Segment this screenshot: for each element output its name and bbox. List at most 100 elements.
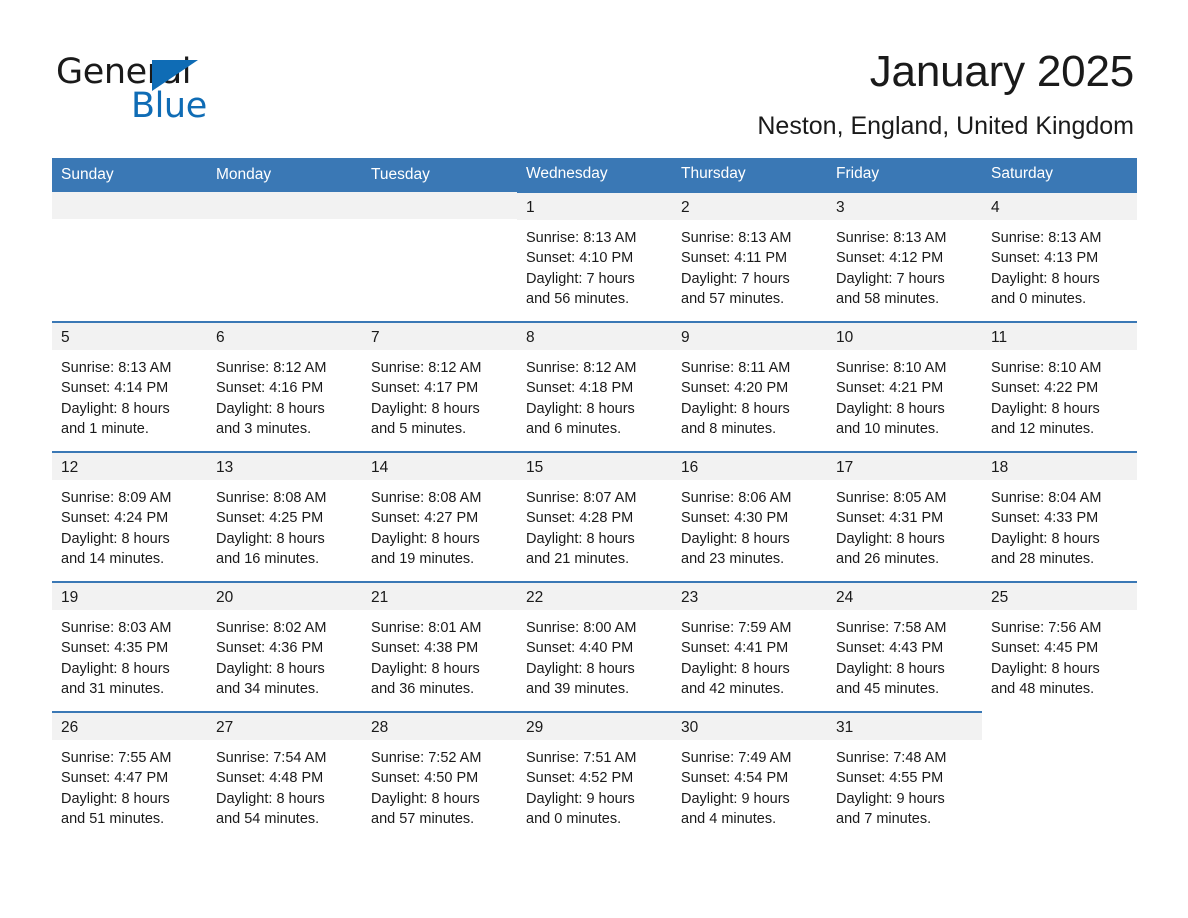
day-daylight-line-text: and 23 minutes. <box>681 550 785 567</box>
calendar-day-cell[interactable]: 26 Sunrise: 7:55 AM Sunset: 4:47 PM Dayligh… <box>52 711 207 831</box>
calendar-day-cell[interactable]: 17 Sunrise: 8:05 AM Sunset: 4:31 PM Dayligh… <box>827 451 982 571</box>
day-cell-content: 24 Sunrise: 7:58 AM Sunset: 4:43 PM Dayligh… <box>827 583 982 701</box>
day-info: Sunrise: 8:10 AM Sunset: 4:22 PM Daylight:… <box>982 350 1137 439</box>
calendar-day-cell[interactable]: 23 Sunrise: 7:59 AM Sunset: 4:41 PM Dayligh… <box>672 581 827 701</box>
day-info: Sunrise: 8:07 AM Sunset: 4:28 PM Daylight:… <box>517 480 672 569</box>
day-daylight-line-text: and 0 minutes. <box>526 810 622 827</box>
calendar-day-cell[interactable]: 11 Sunrise: 8:10 AM Sunset: 4:22 PM Dayligh… <box>982 321 1137 441</box>
calendar-day-cell[interactable]: 2 Sunrise: 8:13 AM Sunset: 4:11 PM Daylight… <box>672 191 827 311</box>
day-cell-content: 28 Sunrise: 7:52 AM Sunset: 4:50 PM Dayligh… <box>362 713 517 831</box>
day-daylight-line-text: Daylight: 8 hours <box>61 530 170 547</box>
calendar-week-row: 26 Sunrise: 7:55 AM Sunset: 4:47 PM Dayligh… <box>52 711 1137 831</box>
day-daylight-line-text: and 57 minutes. <box>371 810 475 827</box>
day-cell-content: 21 Sunrise: 8:01 AM Sunset: 4:38 PM Dayligh… <box>362 583 517 701</box>
day-info: Sunrise: 7:56 AM Sunset: 4:45 PM Daylight:… <box>982 610 1137 699</box>
day-sunset-text: Sunset: 4:54 PM <box>681 770 789 787</box>
day-number: 29 <box>517 713 672 740</box>
day-info: Sunrise: 8:06 AM Sunset: 4:30 PM Daylight:… <box>672 480 827 569</box>
calendar-day-cell[interactable]: 22 Sunrise: 8:00 AM Sunset: 4:40 PM Dayligh… <box>517 581 672 701</box>
calendar-day-cell[interactable]: 5 Sunrise: 8:13 AM Sunset: 4:14 PM Daylight… <box>52 321 207 441</box>
day-cell-content: 8 Sunrise: 8:12 AM Sunset: 4:18 PM Daylight… <box>517 323 672 441</box>
day-sunset-text: Sunset: 4:18 PM <box>526 380 634 397</box>
day-number: 8 <box>517 323 672 350</box>
day-sunset-text: Sunset: 4:31 PM <box>836 510 944 527</box>
day-sunset-text: Sunset: 4:17 PM <box>371 380 479 397</box>
day-sunrise-text: Sunrise: 7:58 AM <box>836 620 947 636</box>
calendar-day-cell[interactable]: 6 Sunrise: 8:12 AM Sunset: 4:16 PM Daylight… <box>207 321 362 441</box>
calendar-day-cell[interactable]: 18 Sunrise: 8:04 AM Sunset: 4:33 PM Dayligh… <box>982 451 1137 571</box>
calendar-day-cell[interactable]: 21 Sunrise: 8:01 AM Sunset: 4:38 PM Dayligh… <box>362 581 517 701</box>
empty-day-band <box>52 192 207 219</box>
calendar-day-cell[interactable]: 15 Sunrise: 8:07 AM Sunset: 4:28 PM Dayligh… <box>517 451 672 571</box>
day-sunset-text: Sunset: 4:27 PM <box>371 510 479 527</box>
day-daylight-line-text: Daylight: 7 hours <box>681 270 790 287</box>
calendar-day-cell[interactable]: 1 Sunrise: 8:13 AM Sunset: 4:10 PM Daylight… <box>517 191 672 311</box>
calendar-day-cell[interactable]: 24 Sunrise: 7:58 AM Sunset: 4:43 PM Dayligh… <box>827 581 982 701</box>
day-sunrise-text: Sunrise: 8:12 AM <box>526 360 637 376</box>
day-sunset-text: Sunset: 4:13 PM <box>991 250 1099 267</box>
day-sunset-text: Sunset: 4:38 PM <box>371 640 479 657</box>
calendar-day-cell[interactable]: 9 Sunrise: 8:11 AM Sunset: 4:20 PM Daylight… <box>672 321 827 441</box>
day-daylight-line-text: and 21 minutes. <box>526 550 630 567</box>
day-number: 24 <box>827 583 982 610</box>
calendar-day-cell[interactable]: 8 Sunrise: 8:12 AM Sunset: 4:18 PM Daylight… <box>517 321 672 441</box>
day-number: 21 <box>362 583 517 610</box>
calendar-day-cell[interactable]: 25 Sunrise: 7:56 AM Sunset: 4:45 PM Dayligh… <box>982 581 1137 701</box>
day-cell-content: 14 Sunrise: 8:08 AM Sunset: 4:27 PM Dayligh… <box>362 453 517 571</box>
calendar-day-cell[interactable]: 10 Sunrise: 8:10 AM Sunset: 4:21 PM Dayligh… <box>827 321 982 441</box>
day-daylight-line-text: and 57 minutes. <box>681 290 785 307</box>
calendar-day-cell[interactable]: 20 Sunrise: 8:02 AM Sunset: 4:36 PM Dayligh… <box>207 581 362 701</box>
calendar-table: Sunday Monday Tuesday Wednesday Thursday… <box>52 158 1137 831</box>
day-sunset-text: Sunset: 4:22 PM <box>991 380 1099 397</box>
day-info: Sunrise: 8:12 AM Sunset: 4:17 PM Daylight:… <box>362 350 517 439</box>
day-cell-content: 15 Sunrise: 8:07 AM Sunset: 4:28 PM Dayligh… <box>517 453 672 571</box>
calendar-day-cell[interactable]: 19 Sunrise: 8:03 AM Sunset: 4:35 PM Dayligh… <box>52 581 207 701</box>
day-sunrise-text: Sunrise: 8:08 AM <box>371 490 482 506</box>
day-info: Sunrise: 7:59 AM Sunset: 4:41 PM Daylight:… <box>672 610 827 699</box>
calendar-day-cell[interactable]: 16 Sunrise: 8:06 AM Sunset: 4:30 PM Dayligh… <box>672 451 827 571</box>
day-cell-content: 4 Sunrise: 8:13 AM Sunset: 4:13 PM Daylight… <box>982 193 1137 311</box>
calendar-day-cell[interactable]: 28 Sunrise: 7:52 AM Sunset: 4:50 PM Dayligh… <box>362 711 517 831</box>
calendar-day-cell[interactable]: 30 Sunrise: 7:49 AM Sunset: 4:54 PM Dayligh… <box>672 711 827 831</box>
day-daylight-line-text: Daylight: 8 hours <box>371 530 480 547</box>
day-sunrise-text: Sunrise: 8:06 AM <box>681 490 792 506</box>
calendar-day-cell[interactable]: 31 Sunrise: 7:48 AM Sunset: 4:55 PM Dayligh… <box>827 711 982 831</box>
calendar-day-cell[interactable]: 3 Sunrise: 8:13 AM Sunset: 4:12 PM Daylight… <box>827 191 982 311</box>
day-sunrise-text: Sunrise: 8:13 AM <box>526 230 637 246</box>
day-number: 20 <box>207 583 362 610</box>
day-sunset-text: Sunset: 4:47 PM <box>61 770 169 787</box>
day-daylight-line-text: Daylight: 8 hours <box>681 530 790 547</box>
day-daylight-line-text: Daylight: 8 hours <box>526 400 635 417</box>
week-spacer-cell <box>52 311 1137 322</box>
day-daylight-line-text: and 45 minutes. <box>836 680 940 697</box>
day-info: Sunrise: 7:55 AM Sunset: 4:47 PM Daylight:… <box>52 740 207 829</box>
day-sunset-text: Sunset: 4:24 PM <box>61 510 169 527</box>
day-daylight-line-text: and 12 minutes. <box>991 420 1095 437</box>
day-number: 19 <box>52 583 207 610</box>
day-info: Sunrise: 8:13 AM Sunset: 4:10 PM Daylight:… <box>517 220 672 309</box>
calendar-day-cell[interactable]: 29 Sunrise: 7:51 AM Sunset: 4:52 PM Dayligh… <box>517 711 672 831</box>
day-info: Sunrise: 8:13 AM Sunset: 4:12 PM Daylight:… <box>827 220 982 309</box>
day-daylight-line-text: and 6 minutes. <box>526 420 622 437</box>
calendar-day-cell[interactable]: 14 Sunrise: 8:08 AM Sunset: 4:27 PM Dayligh… <box>362 451 517 571</box>
day-sunrise-text: Sunrise: 7:51 AM <box>526 750 637 766</box>
day-cell-content: 25 Sunrise: 7:56 AM Sunset: 4:45 PM Dayligh… <box>982 583 1137 701</box>
calendar-day-cell[interactable]: 4 Sunrise: 8:13 AM Sunset: 4:13 PM Daylight… <box>982 191 1137 311</box>
day-cell-content: 1 Sunrise: 8:13 AM Sunset: 4:10 PM Daylight… <box>517 193 672 311</box>
day-daylight-line-text: and 48 minutes. <box>991 680 1095 697</box>
day-number: 23 <box>672 583 827 610</box>
day-cell-content: 2 Sunrise: 8:13 AM Sunset: 4:11 PM Daylight… <box>672 193 827 311</box>
day-daylight-line-text: Daylight: 8 hours <box>991 400 1100 417</box>
calendar-day-cell[interactable]: 7 Sunrise: 8:12 AM Sunset: 4:17 PM Daylight… <box>362 321 517 441</box>
day-info: Sunrise: 7:54 AM Sunset: 4:48 PM Daylight:… <box>207 740 362 829</box>
calendar-day-cell[interactable]: 12 Sunrise: 8:09 AM Sunset: 4:24 PM Dayligh… <box>52 451 207 571</box>
calendar-day-cell[interactable]: 13 Sunrise: 8:08 AM Sunset: 4:25 PM Dayligh… <box>207 451 362 571</box>
day-daylight-line-text: Daylight: 8 hours <box>61 790 170 807</box>
day-daylight-line-text: and 51 minutes. <box>61 810 165 827</box>
day-number: 13 <box>207 453 362 480</box>
page-subtitle: Neston, England, United Kingdom <box>757 112 1134 140</box>
day-info: Sunrise: 8:13 AM Sunset: 4:14 PM Daylight:… <box>52 350 207 439</box>
day-info: Sunrise: 8:12 AM Sunset: 4:16 PM Daylight:… <box>207 350 362 439</box>
calendar-day-cell[interactable]: 27 Sunrise: 7:54 AM Sunset: 4:48 PM Dayligh… <box>207 711 362 831</box>
day-cell-content: 9 Sunrise: 8:11 AM Sunset: 4:20 PM Daylight… <box>672 323 827 441</box>
